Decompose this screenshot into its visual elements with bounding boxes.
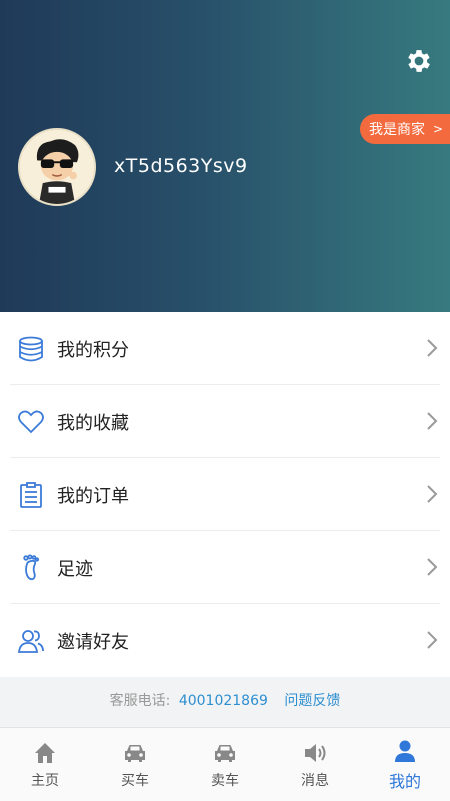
chevron-right-icon [427,485,438,503]
menu-item-orders[interactable]: 我的订单 [0,458,450,531]
users-icon [17,629,44,653]
chevron-right-icon: > [433,122,444,136]
database-icon [19,336,43,361]
avatar-cartoon-icon [20,130,94,204]
menu-label: 我的订单 [57,485,129,507]
menu-label: 足迹 [57,558,93,580]
chevron-right-icon [427,631,438,649]
heart-icon [18,410,44,433]
tab-home[interactable]: 主页 [0,728,90,801]
chevron-right-icon [427,412,438,430]
clipboard-icon [20,481,42,508]
username: xT5d563Ysv9 [114,155,248,177]
customer-service-line: 客服电话: 4001021869 问题反馈 [0,690,450,710]
speaker-icon [305,743,326,762]
menu-item-points[interactable]: 我的积分 [0,312,450,385]
menu-label: 邀请好友 [57,631,129,653]
tab-label: 买车 [121,772,149,789]
menu-label: 我的积分 [57,339,129,361]
service-phone-link[interactable]: 4001021869 [179,693,268,709]
person-icon [395,740,415,762]
avatar[interactable] [18,128,96,206]
tab-sell-car[interactable]: 卖车 [180,728,270,801]
tab-messages[interactable]: 消息 [270,728,360,801]
merchant-button[interactable]: 我是商家 > [360,114,450,144]
tab-label: 我的 [388,771,421,791]
gear-icon[interactable] [404,46,434,76]
chevron-right-icon [427,339,438,357]
footprint-icon [23,553,40,580]
tab-label: 卖车 [211,772,239,789]
menu-item-favorites[interactable]: 我的收藏 [0,385,450,458]
tab-mine[interactable]: 我的 [360,728,450,801]
menu-label: 我的收藏 [57,412,129,434]
tab-label: 消息 [301,772,329,789]
menu-item-footprint[interactable]: 足迹 [0,531,450,604]
merchant-label: 我是商家 [369,122,425,138]
profile-header: 我是商家 > xT5d563Ysv9 [0,0,450,312]
menu-item-invite[interactable]: 邀请好友 [0,604,450,677]
home-icon [35,742,55,763]
service-label: 客服电话: [109,693,171,709]
tab-label: 主页 [31,772,59,789]
bottom-tab-bar: 主页 买车 卖车 消息 我的 [0,727,450,801]
tab-buy-car[interactable]: 买车 [90,728,180,801]
car-icon [125,744,145,762]
feedback-link[interactable]: 问题反馈 [284,693,340,709]
car-icon [215,744,235,762]
chevron-right-icon [427,558,438,576]
menu-list: 我的积分 我的收藏 我的订单 足迹 邀请好友 [0,312,450,677]
